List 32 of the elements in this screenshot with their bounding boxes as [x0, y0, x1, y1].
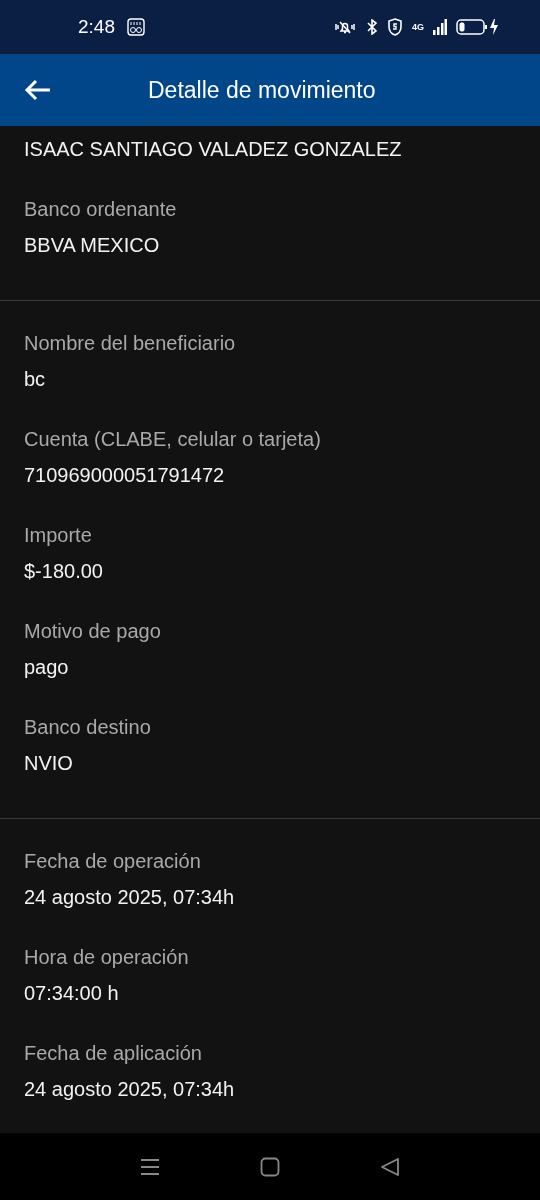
screen-title: Detalle de movimiento — [148, 76, 376, 104]
field-value: 24 agosto 2025, 07:34h — [24, 885, 236, 910]
back-icon[interactable] — [380, 1156, 400, 1177]
field-label: Cuenta (CLABE, celular o tarjeta) — [24, 427, 322, 452]
field-label: Importe — [24, 523, 93, 548]
field-value: BBVA MEXICO — [24, 233, 161, 258]
signal-icon — [433, 19, 447, 35]
field-value: ISAAC SANTIAGO VALADEZ GONZALEZ — [24, 137, 403, 162]
field-label: Motivo de pago — [24, 619, 162, 644]
field-label: Banco ordenante — [24, 197, 178, 222]
field-label: Fecha de aplicación — [24, 1041, 203, 1066]
shield-icon — [387, 18, 403, 36]
field-label: Hora de operación — [24, 945, 190, 970]
status-time: 2:48 — [78, 16, 115, 38]
bluetooth-icon — [366, 19, 378, 35]
field-value: bc — [24, 367, 47, 392]
menu-icon[interactable] — [140, 1157, 160, 1176]
field-label: Nombre del beneficiario — [24, 331, 237, 356]
back-arrow-icon[interactable] — [24, 78, 52, 102]
app-notification-icon — [127, 18, 145, 36]
field-value: NVIO — [24, 751, 74, 776]
field-value: 710969000051791472 — [24, 463, 226, 488]
mute-vibrate-icon — [333, 19, 357, 35]
field-value: 07:34:00 h — [24, 981, 120, 1006]
battery-charging-icon — [456, 18, 500, 36]
field-label: Banco destino — [24, 715, 152, 740]
field-value: pago — [24, 655, 70, 680]
home-icon[interactable] — [260, 1156, 280, 1177]
network-type: 4G — [412, 22, 424, 32]
field-label: Fecha de operación — [24, 849, 202, 874]
field-value: 24 agosto 2025, 07:34h — [24, 1077, 236, 1102]
field-value: $-180.00 — [24, 559, 104, 584]
